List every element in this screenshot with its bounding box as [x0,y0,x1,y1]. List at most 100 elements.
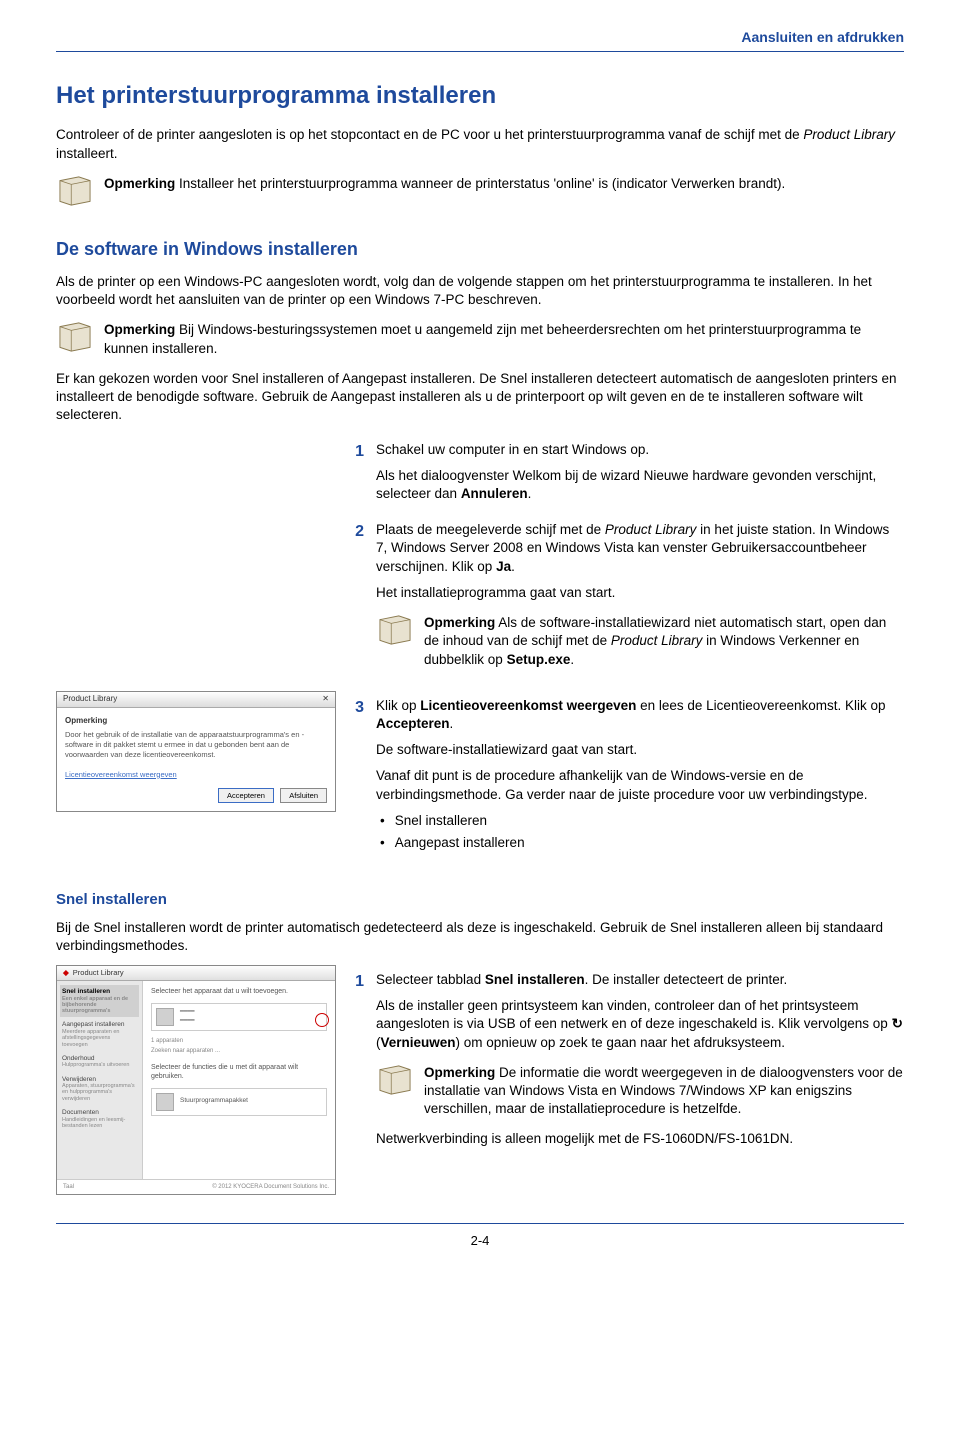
step-2-note-text: Opmerking Als de software-installatiewiz… [424,614,904,669]
step-2-p1: Plaats de meegeleverde schijf met de Pro… [376,521,904,576]
step-2-note-label: Opmerking [424,615,495,630]
step-number: 2 [348,521,364,543]
sidebar-item-snel[interactable]: Snel installeren Een enkel apparaat en d… [60,985,139,1017]
refresh-highlight [315,1013,329,1027]
step-b1-p2-a: Als de installer geen printsysteem kan v… [376,998,892,1031]
step-2-p1-italic: Product Library [605,522,697,537]
license-link[interactable]: Licentieovereenkomst weergeven [65,770,177,779]
step-b1-p1: Selecteer tabblad Snel installeren. De i… [376,971,904,989]
refresh-icon: ↻ [892,1015,903,1033]
note-2-text: Opmerking Bij Windows-besturingssystemen… [104,321,904,357]
step-3-p1-b1: Licentieovereenkomst weergeven [420,698,636,713]
step-2-p1-bold: Ja [496,559,511,574]
step-b1: 1 Selecteer tabblad Snel installeren. De… [348,971,904,1157]
step-3: 3 Klik op Licentieovereenkomst weergeven… [348,697,904,861]
dialog-body-text: Door het gebruik of de installatie van d… [65,730,327,759]
note-icon [376,1064,414,1096]
connection-type-list: Snel installeren Aangepast installeren [376,812,904,852]
feature-row[interactable]: Stuurprogrammapakket [151,1088,327,1116]
sidebar-item-label: Onderhoud [62,1055,137,1062]
step-b1-p2: Als de installer geen printsysteem kan v… [376,997,904,1052]
step-2: 2 Plaats de meegeleverde schijf met de P… [348,521,904,681]
step-3-p1-a: Klik op [376,698,420,713]
sidebar-item-aangepast[interactable]: Aangepast installeren Meerdere apparaten… [60,1018,139,1050]
step-number: 1 [348,441,364,463]
step-2-p1-a: Plaats de meegeleverde schijf met de [376,522,605,537]
step-3-p2: De software-installatiewizard gaat van s… [376,741,904,759]
step-number: 1 [348,971,364,993]
footer-rule [56,1223,904,1224]
device-label: ━━━━━━━━ [180,1008,194,1024]
step-b1-note-body: De informatie die wordt weergegeven in d… [424,1065,903,1116]
intro-text-a: Controleer of de printer aangesloten is … [56,127,803,142]
list-item: Aangepast installeren [380,834,904,852]
dialog-heading: Opmerking [65,716,327,727]
step-2-note-italic: Product Library [611,633,703,648]
step-b1-p2-tail: ) om opnieuw op zoek te gaan naar het af… [456,1035,785,1050]
note-1-label: Opmerking [104,176,175,191]
step-b1-p1-a: Selecteer tabblad [376,972,485,987]
sidebar-item-sub: Apparaten, stuurprogramma's en hulpprogr… [62,1083,137,1102]
step-3-p1-b2: Accepteren [376,716,450,731]
intro-text-b: installeert. [56,146,118,161]
section-heading-windows: De software in Windows installeren [56,237,904,261]
intro-paragraph: Controleer of de printer aangesloten is … [56,126,904,162]
close-icon[interactable]: ✕ [322,694,329,705]
step-1-p2-tail: . [528,486,532,501]
feature-label: Stuurprogrammapakket [180,1097,248,1106]
step-3-p1-mid: en lees de Licentieovereenkomst. Klik op [636,698,885,713]
snel-installeren-intro: Bij de Snel installeren wordt de printer… [56,919,904,955]
installer-content: Selecteer het apparaat dat u wilt toevoe… [143,981,335,1179]
sidebar-item-label: Snel installeren [62,988,137,995]
subheading-snel-installeren: Snel installeren [56,890,904,910]
page-title: Het printerstuurprogramma installeren [56,80,904,112]
note-1-text: Opmerking Installeer het printerstuurpro… [104,175,904,193]
step-1: 1 Schakel uw computer in en start Window… [348,441,904,512]
step-b1-trailing: Netwerkverbinding is alleen mogelijk met… [376,1130,904,1148]
header-rule [56,51,904,52]
step-2-note: Opmerking Als de software-installatiewiz… [376,614,904,669]
footer-tool: Taal [63,1183,74,1191]
step-b1-note: Opmerking De informatie die wordt weerge… [376,1064,904,1119]
step-2-note-tail: . [570,652,574,667]
printer-icon [156,1008,174,1026]
step-b1-note-label: Opmerking [424,1065,495,1080]
device-row[interactable]: ━━━━━━━━ [151,1003,327,1031]
content-heading: Selecteer het apparaat dat u wilt toevoe… [151,987,327,996]
device-count: 1 apparaten [151,1037,327,1045]
sidebar-item-onderhoud[interactable]: Onderhoud Hulpprogramma's uitvoeren [60,1052,139,1072]
section-header: Aansluiten en afdrukken [56,28,904,47]
page-number: 2-4 [56,1232,904,1250]
step-2-note-bold: Setup.exe [507,652,571,667]
note-2-label: Opmerking [104,322,175,337]
step-1-p1: Schakel uw computer in en start Windows … [376,441,904,459]
step-3-p1-tail: . [450,716,454,731]
note-icon [56,175,94,207]
step-1-p2: Als het dialoogvenster Welkom bij de wiz… [376,467,904,503]
accept-button[interactable]: Accepteren [218,788,274,803]
note-2: Opmerking Bij Windows-besturingssystemen… [56,321,904,357]
step-3-p1: Klik op Licentieovereenkomst weergeven e… [376,697,904,733]
list-item: Snel installeren [380,812,904,830]
step-2-p1-tail: . [511,559,515,574]
sidebar-item-label: Documenten [62,1109,137,1116]
installer-sidebar: Snel installeren Een enkel apparaat en d… [57,981,143,1179]
install-modes-paragraph: Er kan gekozen worden voor Snel installe… [56,370,904,425]
sidebar-item-verwijderen[interactable]: Verwijderen Apparaten, stuurprogramma's … [60,1073,139,1105]
license-dialog: Product Library ✕ Opmerking Door het geb… [56,691,336,813]
note-icon [376,614,414,646]
note-1: Opmerking Installeer het printerstuurpro… [56,175,904,207]
step-2-p2: Het installatieprogramma gaat van start. [376,584,904,602]
step-b1-p1-bold: Snel installeren [485,972,585,987]
installer-window: ◆ Product Library Snel installeren Een e… [56,965,336,1195]
sidebar-item-documenten[interactable]: Documenten Handleidingen en leesmij-best… [60,1106,139,1132]
sidebar-item-sub: Meerdere apparaten en afstellingsgegeven… [62,1029,137,1048]
installer-footer: Taal © 2012 KYOCERA Document Solutions I… [57,1179,335,1194]
close-button[interactable]: Afsluiten [280,788,327,803]
installer-titlebar: ◆ Product Library [57,966,335,981]
step-number: 3 [348,697,364,719]
note-1-body: Installeer het printerstuurprogramma wan… [175,176,785,191]
step-list-a-top: 1 Schakel uw computer in en start Window… [348,441,904,681]
step-1-p2-bold: Annuleren [461,486,528,501]
sidebar-item-label: Verwijderen [62,1076,137,1083]
